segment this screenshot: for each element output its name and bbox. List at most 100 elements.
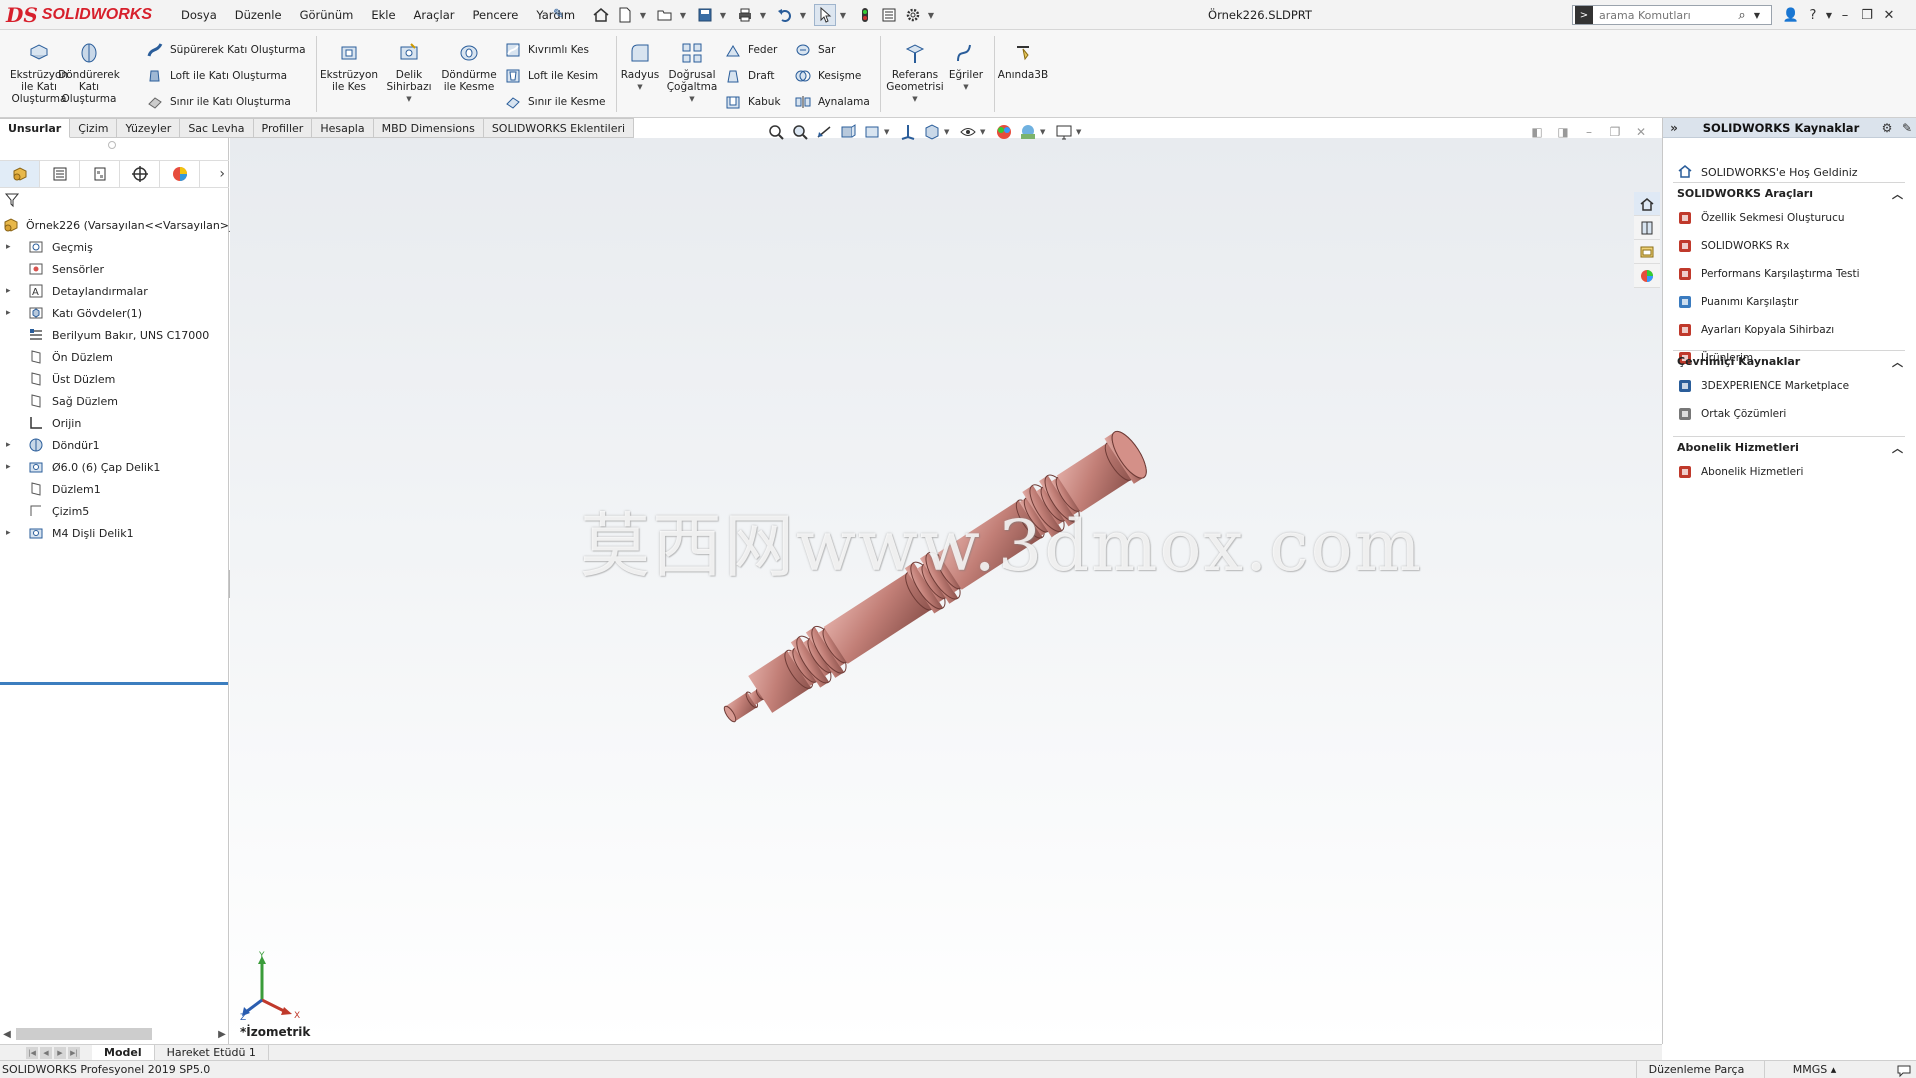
- rebuild-icon[interactable]: [854, 4, 876, 26]
- resource-link[interactable]: 3DEXPERIENCE Marketplace: [1673, 372, 1905, 400]
- tab-sketch[interactable]: Çizim: [70, 118, 118, 138]
- menu-window[interactable]: Pencere: [463, 8, 527, 22]
- print-icon[interactable]: [734, 4, 756, 26]
- draft-button[interactable]: Draft: [724, 66, 774, 86]
- open-dropdown-icon[interactable]: ▼: [678, 4, 688, 26]
- unit-system-selector[interactable]: MMGS ▴: [1764, 1061, 1864, 1078]
- hide-show-dropdown-icon[interactable]: ▼: [980, 128, 988, 136]
- print-dropdown-icon[interactable]: ▼: [758, 4, 768, 26]
- next-tab-icon[interactable]: ▶: [54, 1046, 66, 1059]
- tab-solidworks-addins[interactable]: SOLIDWORKS Eklentileri: [483, 118, 635, 138]
- home-icon[interactable]: [590, 4, 612, 26]
- hole-wizard-button[interactable]: Delik Sihirbazı ▼: [378, 34, 440, 114]
- dynamic-annotation-icon[interactable]: [860, 121, 884, 143]
- display-manager-tab-icon[interactable]: [160, 161, 200, 187]
- file-explorer-icon[interactable]: [1634, 240, 1660, 264]
- tree-item[interactable]: Berilyum Bakır, UNS C17000: [0, 324, 229, 346]
- pin-menu-icon[interactable]: ✎: [553, 7, 569, 23]
- appearances-scenes-icon[interactable]: [1634, 264, 1660, 288]
- user-account-icon[interactable]: 👤: [1780, 4, 1802, 26]
- select-cursor-icon[interactable]: [814, 4, 836, 26]
- reference-geometry-button[interactable]: Referans Geometrisi ▼: [884, 34, 946, 114]
- quick-tips-icon[interactable]: [1896, 1062, 1912, 1078]
- tab-model[interactable]: Model: [92, 1044, 155, 1061]
- intersect-button[interactable]: Kesişme: [794, 66, 861, 86]
- menu-file[interactable]: Dosya: [172, 8, 226, 22]
- tree-item[interactable]: Sensörler: [0, 258, 229, 280]
- tree-item[interactable]: Orijin: [0, 412, 229, 434]
- wrap-button[interactable]: Sar: [794, 40, 835, 60]
- open-folder-icon[interactable]: [654, 4, 676, 26]
- tile-right-icon[interactable]: ◨: [1550, 122, 1576, 142]
- expand-arrow-icon[interactable]: ▸: [6, 286, 18, 296]
- undo-dropdown-icon[interactable]: ▼: [798, 4, 808, 26]
- graphics-area[interactable]: 莫西网www.3dmox.com Y X Z *İzometrik: [230, 138, 1662, 1044]
- search-commands-input[interactable]: [1593, 8, 1733, 22]
- expand-arrow-icon[interactable]: ▸: [6, 308, 18, 318]
- tree-item[interactable]: Sağ Düzlem: [0, 390, 229, 412]
- instant3d-button[interactable]: Anında3B: [992, 34, 1054, 114]
- section-view-icon[interactable]: [836, 121, 860, 143]
- panel-grip-icon[interactable]: [108, 141, 116, 149]
- swept-cut-button[interactable]: Kıvrımlı Kes: [504, 40, 589, 60]
- section-header[interactable]: Abonelik Hizmetleri ︿: [1673, 436, 1905, 458]
- resource-link[interactable]: Ayarları Kopyala Sihirbazı: [1673, 316, 1905, 344]
- file-properties-icon[interactable]: [878, 4, 900, 26]
- feature-manager-tab-icon[interactable]: [0, 161, 40, 187]
- expand-arrow-icon[interactable]: ▸: [6, 440, 18, 450]
- resources-home-icon[interactable]: [1634, 192, 1660, 216]
- tree-filter[interactable]: [4, 190, 225, 210]
- new-document-icon[interactable]: [614, 4, 636, 26]
- options-dropdown-icon[interactable]: ▼: [926, 4, 936, 26]
- tree-item[interactable]: ▸ M4 Dişli Delik1: [0, 522, 229, 544]
- fillet-dropdown-icon[interactable]: ▼: [637, 83, 642, 91]
- search-icon[interactable]: ⌕: [1733, 8, 1751, 23]
- select-dropdown-icon[interactable]: ▼: [838, 4, 848, 26]
- chevron-up-icon[interactable]: ︿: [1892, 440, 1903, 456]
- edit-appearance-icon[interactable]: [992, 121, 1016, 143]
- boundary-boss-button[interactable]: Sınır ile Katı Oluşturma: [146, 92, 291, 112]
- expand-arrow-icon[interactable]: ▸: [6, 528, 18, 538]
- extrude-cut-button[interactable]: Ekstrüzyon ile Kes: [318, 34, 380, 114]
- tree-item[interactable]: Düzlem1: [0, 478, 229, 500]
- scroll-track[interactable]: [14, 1027, 215, 1041]
- mirror-button[interactable]: Aynalama: [794, 92, 870, 112]
- menu-view[interactable]: Görünüm: [291, 8, 363, 22]
- minimize-icon[interactable]: –: [1834, 4, 1856, 26]
- prev-tab-icon[interactable]: ◀: [40, 1046, 52, 1059]
- loft-boss-button[interactable]: Loft ile Katı Oluşturma: [146, 66, 287, 86]
- revolve-cut-button[interactable]: Döndürme ile Kesme: [438, 34, 500, 114]
- resource-link[interactable]: SOLIDWORKS Rx: [1673, 232, 1905, 260]
- tree-item[interactable]: Üst Düzlem: [0, 368, 229, 390]
- linear-pattern-button[interactable]: Doğrusal Çoğaltma ▼: [661, 34, 723, 114]
- view-orientation-dropdown-icon[interactable]: ▼: [884, 128, 892, 136]
- hide-show-items-icon[interactable]: [956, 121, 980, 143]
- tree-horizontal-scrollbar[interactable]: ◀ ▶: [0, 1024, 229, 1044]
- scroll-right-icon[interactable]: ▶: [215, 1029, 229, 1040]
- task-pane-pin-icon[interactable]: ✎: [1897, 121, 1916, 135]
- search-commands-box[interactable]: > ⌕ ▼: [1572, 5, 1772, 25]
- chevron-up-icon[interactable]: ︿: [1892, 186, 1903, 202]
- property-manager-tab-icon[interactable]: [40, 161, 80, 187]
- close-icon[interactable]: ✕: [1878, 4, 1900, 26]
- curves-dropdown-icon[interactable]: ▼: [963, 83, 968, 91]
- resource-link[interactable]: Ortak Çözümleri: [1673, 400, 1905, 428]
- help-icon[interactable]: ?: [1802, 4, 1824, 26]
- tree-item[interactable]: ▸ Katı Gövdeler(1): [0, 302, 229, 324]
- doc-restore-icon[interactable]: ❐: [1602, 122, 1628, 142]
- view-settings-dropdown-icon[interactable]: ▼: [1076, 128, 1084, 136]
- tree-root-part[interactable]: Örnek226 (Varsayılan<<Varsayılan>_G: [0, 214, 243, 236]
- scroll-thumb[interactable]: [16, 1028, 152, 1040]
- tree-item[interactable]: Ön Düzlem: [0, 346, 229, 368]
- resource-link[interactable]: Özellik Sekmesi Oluşturucu: [1673, 204, 1905, 232]
- apply-scene-dropdown-icon[interactable]: ▼: [1040, 128, 1048, 136]
- tab-surfaces[interactable]: Yüzeyler: [117, 118, 181, 138]
- search-dropdown-icon[interactable]: ▼: [1751, 11, 1763, 20]
- linear-pattern-dropdown-icon[interactable]: ▼: [689, 95, 694, 103]
- welcome-link[interactable]: SOLIDWORKS'e Hoş Geldiniz: [1677, 162, 1858, 182]
- menu-tools[interactable]: Araçlar: [405, 8, 464, 22]
- dimxpert-manager-tab-icon[interactable]: [120, 161, 160, 187]
- view-settings-icon[interactable]: [1052, 121, 1076, 143]
- expand-arrow-icon[interactable]: ▸: [6, 462, 18, 472]
- chevron-up-icon[interactable]: ︿: [1892, 354, 1903, 370]
